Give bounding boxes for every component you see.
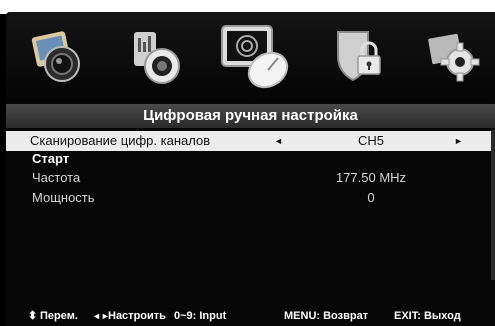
scrollbar[interactable] [491, 130, 495, 280]
footer-menu-back: MENU: Возврат [284, 310, 369, 322]
channel-value: CH5 [357, 133, 384, 148]
footer-input: 0~9: Input [174, 310, 227, 322]
lock-icon[interactable] [328, 26, 388, 86]
updown-arrows-icon: ⬍ [28, 310, 38, 322]
footer-exit: EXIT: Выход [394, 310, 461, 322]
channel-dish-icon[interactable] [218, 20, 292, 94]
row-label: Мощность [32, 190, 95, 205]
menu-icon-bar [6, 12, 495, 102]
tv-menu-screen: Цифровая ручная настройка Сканирование ц… [6, 12, 495, 326]
footer-adjust: Настроить [108, 310, 166, 322]
settings-gear-icon[interactable] [424, 26, 484, 86]
row-digital-scan[interactable]: Сканирование цифр. каналов ◄ CH5 ► [6, 131, 495, 151]
left-arrow-icon[interactable]: ◄ [274, 131, 283, 151]
row-label: Сканирование цифр. каналов [30, 133, 211, 148]
frequency-value: 177.50 MHz [335, 170, 407, 185]
power-value: 0 [367, 190, 375, 205]
right-arrow-icon[interactable]: ► [454, 131, 463, 151]
sound-icon[interactable] [126, 26, 186, 86]
picture-icon[interactable] [28, 26, 88, 86]
footer-move: Перем. [40, 310, 78, 322]
row-start[interactable]: Старт [6, 149, 495, 169]
page-title: Цифровая ручная настройка [6, 104, 495, 128]
row-label: Старт [32, 151, 70, 166]
row-label: Частота [32, 170, 81, 185]
footer-help-bar: ⬍ Перем. ◄► Настроить 0~9: Input MENU: В… [6, 306, 495, 326]
row-frequency: Частота 177.50 MHz [6, 168, 495, 188]
row-power: Мощность 0 [6, 188, 495, 208]
